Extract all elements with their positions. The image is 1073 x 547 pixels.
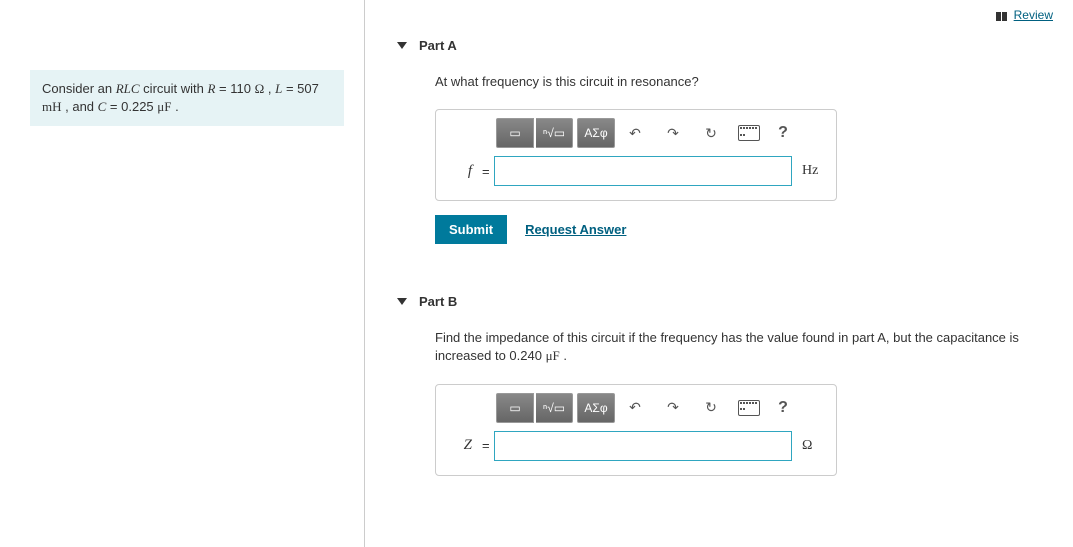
keyboard-icon bbox=[738, 125, 760, 141]
root-button[interactable]: ⁿ√▭ bbox=[536, 393, 573, 423]
answer-panel: Review Part A At what frequency is this … bbox=[365, 0, 1073, 547]
collapse-icon bbox=[397, 42, 407, 49]
part-a-variable: f bbox=[446, 163, 472, 180]
part-b-unit: Ω bbox=[802, 438, 826, 454]
greek-button[interactable]: ΑΣφ bbox=[577, 393, 615, 423]
review-label: Review bbox=[1014, 8, 1053, 22]
reset-button[interactable]: ↻ bbox=[693, 119, 729, 147]
part-a-request-answer-link[interactable]: Request Answer bbox=[525, 222, 626, 237]
part-b-input[interactable] bbox=[494, 431, 792, 461]
keyboard-icon bbox=[738, 400, 760, 416]
greek-button[interactable]: ΑΣφ bbox=[577, 118, 615, 148]
keyboard-button[interactable] bbox=[731, 394, 767, 422]
part-a-input[interactable] bbox=[494, 156, 792, 186]
redo-button[interactable]: ↷ bbox=[655, 119, 691, 147]
undo-button[interactable]: ↶ bbox=[617, 394, 653, 422]
root-button[interactable]: ⁿ√▭ bbox=[536, 118, 573, 148]
part-a-answer-box: ▭ ⁿ√▭ ΑΣφ ↶ ↷ ↻ ? f = Hz bbox=[435, 109, 837, 201]
collapse-icon bbox=[397, 298, 407, 305]
problem-statement: Consider an RLC circuit with R = 110 Ω ,… bbox=[30, 70, 344, 126]
redo-button[interactable]: ↷ bbox=[655, 394, 691, 422]
part-a-header[interactable]: Part A bbox=[397, 38, 1053, 53]
templates-button[interactable]: ▭ bbox=[496, 118, 534, 148]
reset-button[interactable]: ↻ bbox=[693, 394, 729, 422]
part-b-variable: Z bbox=[446, 437, 472, 454]
undo-button[interactable]: ↶ bbox=[617, 119, 653, 147]
part-b-title: Part B bbox=[419, 294, 457, 309]
part-b-prompt: Find the impedance of this circuit if th… bbox=[435, 329, 1053, 365]
toolbar-help-button[interactable]: ? bbox=[769, 394, 797, 422]
part-a-submit-button[interactable]: Submit bbox=[435, 215, 507, 244]
review-link[interactable]: Review bbox=[996, 8, 1053, 22]
part-b-toolbar: ▭ ⁿ√▭ ΑΣφ ↶ ↷ ↻ ? bbox=[436, 385, 836, 427]
problem-panel: Consider an RLC circuit with R = 110 Ω ,… bbox=[0, 0, 365, 547]
part-a-unit: Hz bbox=[802, 163, 826, 179]
keyboard-button[interactable] bbox=[731, 119, 767, 147]
toolbar-help-button[interactable]: ? bbox=[769, 119, 797, 147]
part-b-header[interactable]: Part B bbox=[397, 294, 1053, 309]
part-a-title: Part A bbox=[419, 38, 457, 53]
part-a-prompt: At what frequency is this circuit in res… bbox=[435, 73, 1053, 91]
part-a-toolbar: ▭ ⁿ√▭ ΑΣφ ↶ ↷ ↻ ? bbox=[436, 110, 836, 152]
flag-icon bbox=[996, 10, 1010, 20]
part-b-answer-box: ▭ ⁿ√▭ ΑΣφ ↶ ↷ ↻ ? Z = Ω bbox=[435, 384, 837, 476]
templates-button[interactable]: ▭ bbox=[496, 393, 534, 423]
